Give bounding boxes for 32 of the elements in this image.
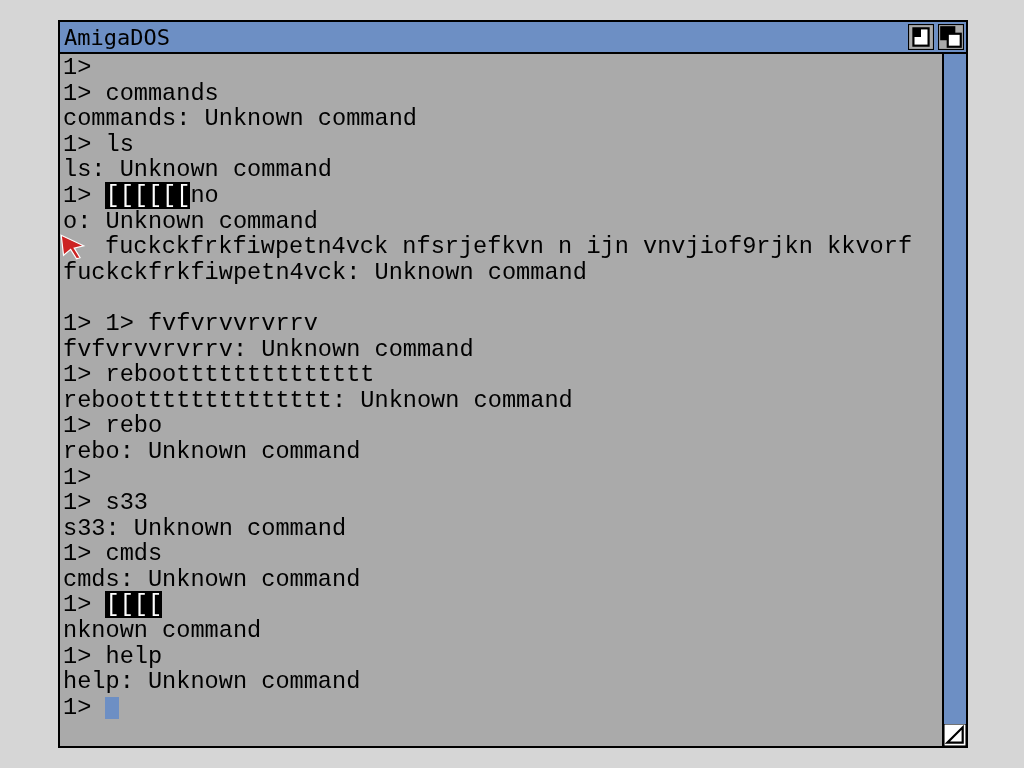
- console-line: rebo: Unknown command: [63, 438, 362, 465]
- console-line: 1>: [63, 55, 93, 81]
- console-line: 1> rebo: [63, 413, 164, 439]
- console-line: fvfvrvvrvrrv: Unknown command: [63, 336, 475, 363]
- console-line: ls: Unknown command: [63, 157, 333, 183]
- console-line: 1> help: [63, 643, 164, 670]
- console-line: 1> ls: [63, 131, 135, 158]
- console-line: s33: Unknown command: [63, 515, 348, 542]
- zoom-gadget-icon[interactable]: [908, 24, 934, 50]
- console-line: 1>: [63, 464, 93, 491]
- console-line: 1> commands: [63, 80, 220, 107]
- console-line: cmds: Unknown command: [63, 566, 362, 593]
- mouse-pointer-icon: [59, 233, 87, 260]
- resize-gadget-icon[interactable]: [944, 724, 966, 746]
- console-line: 1> [[[[[[no: [63, 182, 220, 209]
- console-line: o: Unknown command: [63, 208, 319, 235]
- console-line: fuckckfrkfiwpetn4vck nfsrjefkvn n ijn vnvjiof9rjkn kkvorf: [105, 234, 913, 260]
- console-line: nknown command: [63, 618, 263, 644]
- console-line: rebootttttttttttttt: Unknown command: [63, 387, 574, 414]
- console-line: 1> rebootttttttttttttt: [63, 362, 376, 388]
- console-line: commands: Unknown command: [63, 106, 418, 132]
- scroll-bar[interactable]: [942, 54, 966, 746]
- text-cursor: [105, 696, 120, 719]
- prompt: 1>: [63, 694, 93, 721]
- console-line: 1> 1> fvfvrvvrvrrv: [63, 310, 319, 337]
- depth-gadget-icon[interactable]: [938, 24, 964, 50]
- console-line: 1> cmds: [63, 541, 164, 567]
- console-line: fuckckfrkfiwpetn4vck: Unknown command: [63, 259, 588, 286]
- console-line: 1> [[[[: [63, 592, 164, 619]
- console-line: 1> s33: [63, 490, 149, 516]
- window-title: AmigaDOS: [64, 24, 170, 50]
- console-line: help: Unknown command: [63, 669, 362, 695]
